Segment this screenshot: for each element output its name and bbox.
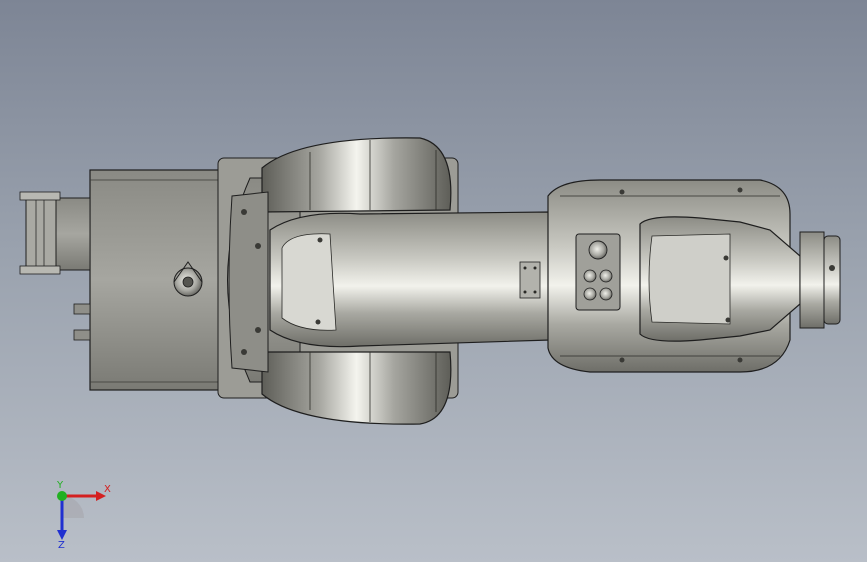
shoulder-drum-bottom — [261, 351, 452, 425]
y-axis-dot — [57, 491, 67, 501]
upper-arm — [269, 211, 551, 348]
tool-flange — [799, 231, 841, 329]
z-axis-label: Z — [58, 540, 65, 548]
shoulder-frame — [228, 191, 269, 373]
cable-connector — [19, 191, 91, 275]
axis-triad: X Z Y — [56, 480, 111, 548]
y-axis-label: Y — [56, 480, 64, 491]
robot-arm-model[interactable] — [0, 0, 867, 562]
connector-panel — [575, 233, 621, 311]
graphics-viewport[interactable]: X Z Y — [0, 0, 867, 562]
x-axis-label: X — [104, 484, 111, 495]
shoulder-drum-top — [261, 137, 452, 213]
forearm-wrist — [639, 216, 801, 342]
